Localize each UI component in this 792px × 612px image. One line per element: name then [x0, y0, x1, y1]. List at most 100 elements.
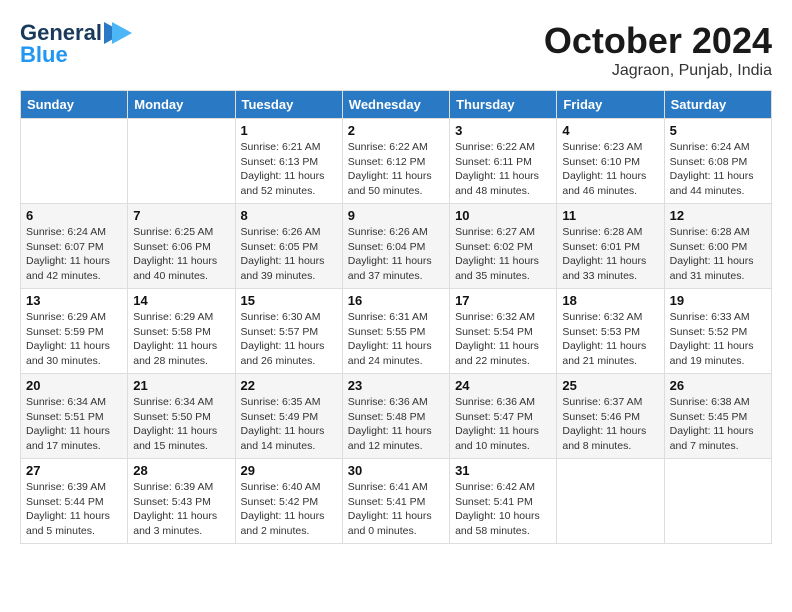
calendar-cell: 18 Sunrise: 6:32 AM Sunset: 5:53 PM Dayli… [557, 289, 664, 374]
day-info: Sunrise: 6:28 AM Sunset: 6:01 PM Dayligh… [562, 225, 658, 284]
day-number: 18 [562, 293, 658, 308]
calendar-cell: 30 Sunrise: 6:41 AM Sunset: 5:41 PM Dayli… [342, 459, 449, 544]
logo-blue-text: Blue [20, 42, 68, 68]
day-number: 28 [133, 463, 229, 478]
calendar-cell [128, 119, 235, 204]
day-number: 22 [241, 378, 337, 393]
day-info: Sunrise: 6:23 AM Sunset: 6:10 PM Dayligh… [562, 140, 658, 199]
calendar-cell: 31Sunrise: 6:42 AM Sunset: 5:41 PM Dayli… [450, 459, 557, 544]
day-number: 13 [26, 293, 122, 308]
calendar-cell: 28 Sunrise: 6:39 AM Sunset: 5:43 PM Dayli… [128, 459, 235, 544]
calendar-title-area: October 2024 Jagraon, Punjab, India [544, 20, 772, 80]
calendar-cell: 4 Sunrise: 6:23 AM Sunset: 6:10 PM Daylig… [557, 119, 664, 204]
calendar-cell: 14 Sunrise: 6:29 AM Sunset: 5:58 PM Dayli… [128, 289, 235, 374]
header-thursday: Thursday [450, 91, 557, 119]
calendar-cell [21, 119, 128, 204]
day-info: Sunrise: 6:29 AM Sunset: 5:59 PM Dayligh… [26, 310, 122, 369]
day-number: 29 [241, 463, 337, 478]
logo: General Blue [20, 20, 132, 68]
location-subtitle: Jagraon, Punjab, India [544, 62, 772, 80]
header-friday: Friday [557, 91, 664, 119]
day-info: Sunrise: 6:38 AM Sunset: 5:45 PM Dayligh… [670, 395, 766, 454]
day-number: 16 [348, 293, 444, 308]
day-number: 20 [26, 378, 122, 393]
day-number: 4 [562, 123, 658, 138]
calendar-cell: 6 Sunrise: 6:24 AM Sunset: 6:07 PM Daylig… [21, 204, 128, 289]
day-info: Sunrise: 6:39 AM Sunset: 5:43 PM Dayligh… [133, 480, 229, 539]
day-number: 2 [348, 123, 444, 138]
day-number: 11 [562, 208, 658, 223]
day-info: Sunrise: 6:34 AM Sunset: 5:51 PM Dayligh… [26, 395, 122, 454]
day-number: 5 [670, 123, 766, 138]
calendar-cell: 20 Sunrise: 6:34 AM Sunset: 5:51 PM Dayli… [21, 374, 128, 459]
day-info: Sunrise: 6:29 AM Sunset: 5:58 PM Dayligh… [133, 310, 229, 369]
day-info: Sunrise: 6:39 AM Sunset: 5:44 PM Dayligh… [26, 480, 122, 539]
header-monday: Monday [128, 91, 235, 119]
calendar-cell: 7 Sunrise: 6:25 AM Sunset: 6:06 PM Daylig… [128, 204, 235, 289]
day-info: Sunrise: 6:41 AM Sunset: 5:41 PM Dayligh… [348, 480, 444, 539]
day-number: 8 [241, 208, 337, 223]
calendar-cell: 9 Sunrise: 6:26 AM Sunset: 6:04 PM Daylig… [342, 204, 449, 289]
day-number: 14 [133, 293, 229, 308]
day-number: 12 [670, 208, 766, 223]
day-number: 19 [670, 293, 766, 308]
calendar-cell: 11 Sunrise: 6:28 AM Sunset: 6:01 PM Dayli… [557, 204, 664, 289]
calendar-cell: 1 Sunrise: 6:21 AM Sunset: 6:13 PM Daylig… [235, 119, 342, 204]
day-number: 6 [26, 208, 122, 223]
calendar-cell: 17Sunrise: 6:32 AM Sunset: 5:54 PM Dayli… [450, 289, 557, 374]
day-number: 26 [670, 378, 766, 393]
calendar-cell: 29Sunrise: 6:40 AM Sunset: 5:42 PM Dayli… [235, 459, 342, 544]
calendar-cell: 23Sunrise: 6:36 AM Sunset: 5:48 PM Dayli… [342, 374, 449, 459]
day-info: Sunrise: 6:26 AM Sunset: 6:04 PM Dayligh… [348, 225, 444, 284]
day-info: Sunrise: 6:22 AM Sunset: 6:11 PM Dayligh… [455, 140, 551, 199]
day-number: 1 [241, 123, 337, 138]
day-info: Sunrise: 6:24 AM Sunset: 6:08 PM Dayligh… [670, 140, 766, 199]
calendar-cell: 10 Sunrise: 6:27 AM Sunset: 6:02 PM Dayli… [450, 204, 557, 289]
calendar-week-row: 6 Sunrise: 6:24 AM Sunset: 6:07 PM Daylig… [21, 204, 772, 289]
calendar-cell: 25Sunrise: 6:37 AM Sunset: 5:46 PM Dayli… [557, 374, 664, 459]
calendar-cell: 27 Sunrise: 6:39 AM Sunset: 5:44 PM Dayli… [21, 459, 128, 544]
day-info: Sunrise: 6:30 AM Sunset: 5:57 PM Dayligh… [241, 310, 337, 369]
day-number: 3 [455, 123, 551, 138]
calendar-cell: 19 Sunrise: 6:33 AM Sunset: 5:52 PM Dayli… [664, 289, 771, 374]
day-number: 7 [133, 208, 229, 223]
day-info: Sunrise: 6:42 AM Sunset: 5:41 PM Dayligh… [455, 480, 551, 539]
day-info: Sunrise: 6:24 AM Sunset: 6:07 PM Dayligh… [26, 225, 122, 284]
calendar-cell: 24Sunrise: 6:36 AM Sunset: 5:47 PM Dayli… [450, 374, 557, 459]
day-info: Sunrise: 6:21 AM Sunset: 6:13 PM Dayligh… [241, 140, 337, 199]
page-header: General Blue October 2024 Jagraon, Punja… [20, 20, 772, 80]
calendar-week-row: 1 Sunrise: 6:21 AM Sunset: 6:13 PM Daylig… [21, 119, 772, 204]
calendar-cell: 13 Sunrise: 6:29 AM Sunset: 5:59 PM Dayli… [21, 289, 128, 374]
header-sunday: Sunday [21, 91, 128, 119]
day-info: Sunrise: 6:33 AM Sunset: 5:52 PM Dayligh… [670, 310, 766, 369]
calendar-table: SundayMondayTuesdayWednesdayThursdayFrid… [20, 90, 772, 544]
day-number: 17 [455, 293, 551, 308]
calendar-cell: 22 Sunrise: 6:35 AM Sunset: 5:49 PM Dayli… [235, 374, 342, 459]
calendar-cell: 15Sunrise: 6:30 AM Sunset: 5:57 PM Dayli… [235, 289, 342, 374]
day-info: Sunrise: 6:31 AM Sunset: 5:55 PM Dayligh… [348, 310, 444, 369]
calendar-cell: 12Sunrise: 6:28 AM Sunset: 6:00 PM Dayli… [664, 204, 771, 289]
header-tuesday: Tuesday [235, 91, 342, 119]
day-info: Sunrise: 6:32 AM Sunset: 5:53 PM Dayligh… [562, 310, 658, 369]
calendar-cell [664, 459, 771, 544]
day-info: Sunrise: 6:35 AM Sunset: 5:49 PM Dayligh… [241, 395, 337, 454]
day-number: 27 [26, 463, 122, 478]
calendar-header-row: SundayMondayTuesdayWednesdayThursdayFrid… [21, 91, 772, 119]
logo-icon [104, 22, 132, 44]
calendar-cell: 5 Sunrise: 6:24 AM Sunset: 6:08 PM Daylig… [664, 119, 771, 204]
day-number: 21 [133, 378, 229, 393]
day-info: Sunrise: 6:27 AM Sunset: 6:02 PM Dayligh… [455, 225, 551, 284]
day-info: Sunrise: 6:26 AM Sunset: 6:05 PM Dayligh… [241, 225, 337, 284]
day-number: 23 [348, 378, 444, 393]
calendar-cell: 8 Sunrise: 6:26 AM Sunset: 6:05 PM Daylig… [235, 204, 342, 289]
day-info: Sunrise: 6:22 AM Sunset: 6:12 PM Dayligh… [348, 140, 444, 199]
day-info: Sunrise: 6:25 AM Sunset: 6:06 PM Dayligh… [133, 225, 229, 284]
calendar-cell [557, 459, 664, 544]
day-info: Sunrise: 6:37 AM Sunset: 5:46 PM Dayligh… [562, 395, 658, 454]
day-number: 9 [348, 208, 444, 223]
day-number: 10 [455, 208, 551, 223]
calendar-cell: 2 Sunrise: 6:22 AM Sunset: 6:12 PM Daylig… [342, 119, 449, 204]
header-wednesday: Wednesday [342, 91, 449, 119]
day-number: 30 [348, 463, 444, 478]
calendar-week-row: 13 Sunrise: 6:29 AM Sunset: 5:59 PM Dayli… [21, 289, 772, 374]
